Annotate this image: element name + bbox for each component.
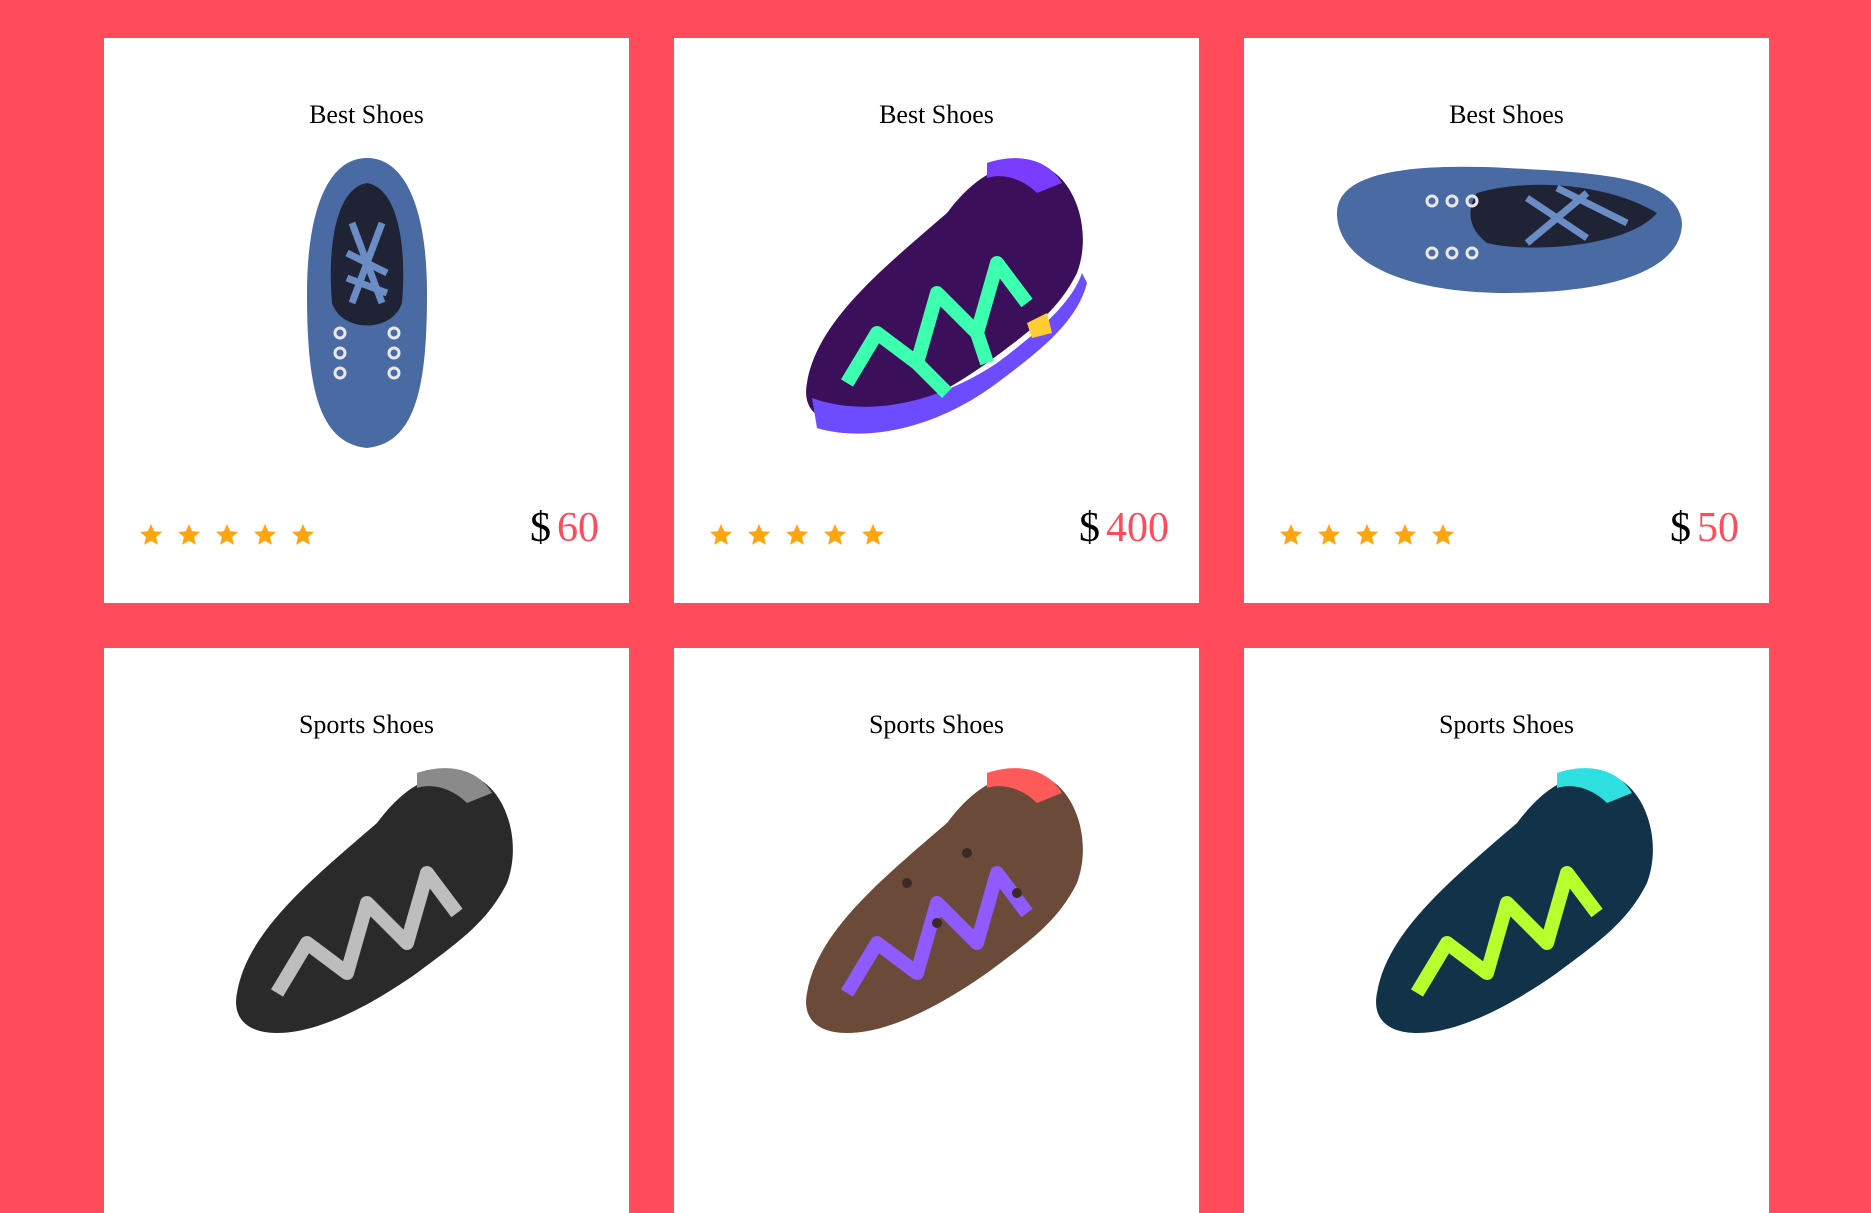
product-image[interactable] — [104, 153, 629, 543]
star-icon — [178, 524, 200, 545]
product-image[interactable] — [104, 763, 629, 1153]
product-title: Best Shoes — [1449, 100, 1564, 129]
star-icon — [1394, 524, 1416, 545]
product-title: Sports Shoes — [868, 710, 1005, 739]
product-title: Best Shoes — [879, 100, 994, 129]
blue-canvas-shoe-image — [306, 158, 427, 448]
product-price: $60 — [530, 504, 599, 552]
currency-symbol: $ — [1079, 505, 1100, 551]
star-icon — [1318, 524, 1340, 545]
star-icon — [216, 524, 238, 545]
product-card[interactable]: Best Shoes $50 — [1244, 38, 1769, 603]
product-image[interactable] — [674, 763, 1199, 1153]
currency-symbol: $ — [1670, 505, 1691, 551]
product-grid: Best Shoes $60 Best Shoes $ 400 Best Sho… — [104, 38, 1769, 1213]
price-value: 400 — [1106, 505, 1169, 551]
star-icon — [748, 524, 770, 545]
trail-runner-shoe-image — [1375, 768, 1653, 1033]
star-icon — [1280, 524, 1302, 545]
star-icon — [1356, 524, 1378, 545]
product-image[interactable] — [1244, 763, 1769, 1153]
product-price: $50 — [1670, 504, 1739, 552]
trail-runner-shoe-image — [235, 768, 513, 1033]
star-icon — [710, 524, 732, 545]
star-icon — [140, 524, 162, 545]
price-value: 60 — [557, 505, 599, 551]
product-image[interactable] — [674, 153, 1199, 543]
star-rating — [139, 523, 315, 547]
star-rating — [709, 523, 885, 547]
star-icon — [1432, 524, 1454, 545]
star-icon — [786, 524, 808, 545]
star-rating — [1279, 523, 1455, 547]
product-card[interactable]: Sports Shoes — [104, 648, 629, 1213]
product-card[interactable]: Sports Shoes — [674, 648, 1199, 1213]
blue-canvas-shoe-image — [1336, 166, 1682, 293]
product-card[interactable]: Sports Shoes — [1244, 648, 1769, 1213]
product-card[interactable]: Best Shoes $60 — [104, 38, 629, 603]
product-title: Best Shoes — [309, 100, 424, 129]
price-value: 50 — [1697, 505, 1739, 551]
trail-runner-shoe-image — [805, 158, 1087, 434]
star-icon — [862, 524, 884, 545]
star-icon — [254, 524, 276, 545]
product-image[interactable] — [1244, 153, 1769, 543]
star-icon — [824, 524, 846, 545]
trail-runner-shoe-image — [805, 768, 1083, 1033]
product-price: $400 — [1079, 504, 1169, 552]
product-title: Sports Shoes — [298, 710, 435, 739]
star-icon — [292, 524, 314, 545]
currency-symbol: $ — [530, 505, 551, 551]
product-card[interactable]: Best Shoes $400 — [674, 38, 1199, 603]
product-title: Sports Shoes — [1438, 710, 1575, 739]
